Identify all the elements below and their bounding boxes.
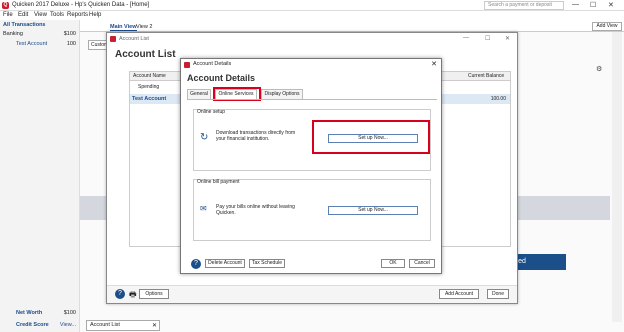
bill-pay-icon: ✉ <box>200 204 207 213</box>
credit-score-view-link[interactable]: View... <box>60 322 76 328</box>
dialog-help-icon[interactable]: ? <box>191 259 201 269</box>
all-transactions-link[interactable]: All Transactions <box>3 22 46 28</box>
test-account-amount: 100 <box>66 41 76 47</box>
bill-payment-title: Online bill payment <box>197 179 240 185</box>
column-current-balance[interactable]: Current Balance <box>468 72 504 81</box>
search-input[interactable]: Search a payment or deposit <box>484 1 564 10</box>
menu-tools[interactable]: Tools <box>50 12 64 18</box>
dialog-footer: ? Delete Account Tax Schedule OK Cancel <box>181 257 441 273</box>
net-worth-amount: $100 <box>63 310 76 316</box>
minimize-button[interactable]: — <box>572 1 579 8</box>
download-description: Download transactions directly from your… <box>216 130 296 142</box>
banking-label[interactable]: Banking <box>3 31 23 37</box>
options-button[interactable]: Options <box>139 289 169 299</box>
bill-payment-description: Pay your bills online without leaving Qu… <box>216 204 295 216</box>
menu-edit[interactable]: Edit <box>18 12 28 18</box>
setup-now-bill-button[interactable]: Set up Now... <box>328 206 418 215</box>
menu-reports[interactable]: Reports <box>67 12 88 18</box>
online-setup-title: Online setup <box>197 109 226 115</box>
ok-button[interactable]: OK <box>381 259 405 268</box>
tab-divider <box>187 99 437 100</box>
add-account-button[interactable]: Add Account <box>439 289 479 299</box>
cancel-button[interactable]: Cancel <box>409 259 435 268</box>
refresh-icon: ↻ <box>200 132 209 143</box>
account-list-minimize-button[interactable]: — <box>463 35 469 41</box>
account-details-window-title: Account Details <box>193 61 232 67</box>
account-name-cell[interactable]: Test Account <box>132 96 166 102</box>
online-bill-payment-group: Online bill payment ✉ Pay your bills onl… <box>193 179 431 241</box>
credit-score-label: Credit Score <box>16 322 49 328</box>
highlight-setup-now <box>312 120 430 154</box>
sidebar-item-test-account[interactable]: Test Account <box>16 41 47 47</box>
bottom-tab-account-list[interactable]: Account List <box>86 320 160 331</box>
column-account-name[interactable]: Account Name <box>133 72 166 81</box>
app-title: Quicken 2017 Deluxe - Hp's Quicken Data … <box>12 2 150 8</box>
account-details-app-icon <box>184 62 190 68</box>
tax-schedule-button[interactable]: Tax Schedule <box>249 259 285 268</box>
account-details-dialog: Account Details ✕ Account Details Genera… <box>180 58 442 274</box>
banking-amount: $100 <box>63 31 76 37</box>
help-icon[interactable]: ? <box>115 289 125 299</box>
add-view-button[interactable]: Add View <box>592 22 622 31</box>
quicken-logo-icon: Q <box>2 2 9 9</box>
online-setup-group: Online setup ↻ Download transactions dir… <box>193 109 431 171</box>
bottom-tab-close-icon[interactable]: ✕ <box>152 322 157 329</box>
menu-bar: File Edit View Tools Reports Help <box>0 11 624 20</box>
view-tabs: Main View View 2 <box>80 20 624 32</box>
account-bar: All Transactions Banking $100 Test Accou… <box>0 20 80 332</box>
close-button[interactable]: ✕ <box>608 1 614 9</box>
delete-account-button[interactable]: Delete Account <box>205 259 245 268</box>
account-list-app-icon <box>110 36 116 42</box>
gear-icon[interactable]: ⚙ <box>596 65 602 73</box>
print-icon[interactable]: 🖶 <box>129 289 137 303</box>
account-list-close-button[interactable]: ✕ <box>505 35 510 42</box>
maximize-button[interactable]: ☐ <box>590 1 596 9</box>
menu-file[interactable]: File <box>3 12 13 18</box>
net-worth-label: Net Worth <box>16 310 43 316</box>
account-list-window-title: Account List <box>119 36 149 42</box>
app-title-bar: Q Quicken 2017 Deluxe - Hp's Quicken Dat… <box>0 0 624 11</box>
menu-help[interactable]: Help <box>89 12 101 18</box>
done-button[interactable]: Done <box>487 289 509 299</box>
account-details-heading: Account Details <box>187 73 256 83</box>
group-spending: Spending <box>138 84 160 90</box>
menu-view[interactable]: View <box>34 12 47 18</box>
main-scrollbar[interactable] <box>612 32 622 322</box>
tab-display-options[interactable]: Display Options <box>261 89 303 99</box>
dialog-close-button[interactable]: ✕ <box>431 60 437 68</box>
tab-view-2[interactable]: View 2 <box>136 24 152 30</box>
tab-main-view[interactable]: Main View <box>110 24 137 31</box>
tab-general[interactable]: General <box>187 89 211 99</box>
account-balance-cell: 100.00 <box>490 96 506 102</box>
account-list-footer: ? 🖶 Options Add Account Done <box>107 285 517 303</box>
account-list-heading: Account List <box>115 49 176 60</box>
account-list-maximize-button[interactable]: ☐ <box>485 35 490 42</box>
